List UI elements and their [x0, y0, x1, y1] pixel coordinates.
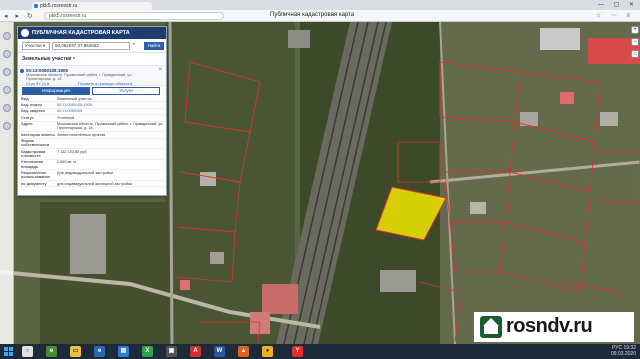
app-green-icon[interactable]: e: [46, 346, 57, 357]
os-taskbar: ○ e ▭ e ▤ X ▣ A W ▲ ● Y РУС 19:32 09.03.…: [0, 344, 640, 359]
favicon-icon: [34, 4, 38, 8]
layers-icon[interactable]: [2, 32, 11, 40]
print-icon[interactable]: [2, 68, 11, 76]
close-icon[interactable]: ×: [158, 67, 162, 73]
house-logo-icon: [480, 316, 502, 338]
url-input[interactable]: pkk5.rosreestr.ru: [44, 12, 224, 20]
home-icon[interactable]: ⌂: [631, 50, 639, 58]
folder-icon[interactable]: ▭: [70, 346, 81, 357]
help-icon[interactable]: [2, 104, 11, 112]
windows-start-icon[interactable]: [4, 347, 13, 356]
property-key: Разрешенное использование: [20, 169, 56, 181]
app-orange-icon[interactable]: ▲: [238, 346, 249, 357]
property-row: Разрешенное использование Для индивидуаль…: [20, 169, 166, 181]
section-title: Земельные участки ⁵: [18, 53, 166, 66]
property-row: Кадастровая стоимость 7 132 153,85 руб.: [20, 148, 166, 160]
info-icon[interactable]: [2, 122, 11, 130]
ruler-icon[interactable]: [2, 50, 11, 58]
word-icon[interactable]: W: [214, 346, 225, 357]
share-icon[interactable]: [2, 86, 11, 94]
chrome-icon[interactable]: ●: [262, 346, 273, 357]
browser-tab[interactable]: pkk5.rosreestr.ru: [32, 2, 152, 10]
search-input[interactable]: 50,062537 37,862652: [52, 42, 130, 50]
property-value: 7 132 153,85 руб.: [56, 148, 166, 160]
watermark-brand: rosndv.ru: [506, 315, 593, 337]
properties-table: Вид Земельный участок Кад. номер 50:13:0050…: [20, 96, 166, 188]
app-gray-icon[interactable]: ▣: [166, 346, 177, 357]
result-address: Московская область, Пушкинский район, г.…: [26, 73, 133, 81]
tab-information[interactable]: Информация: [22, 87, 90, 95]
location-pin-icon: [20, 69, 24, 73]
nav-buttons[interactable]: ◂ ▸ ↻: [4, 12, 36, 20]
panel-header: ПУБЛИЧНАЯ КАДАСТРОВАЯ КАРТА: [18, 27, 166, 39]
property-key: по документу: [20, 180, 56, 188]
search-icon[interactable]: ○: [22, 346, 33, 357]
tab-title: pkk5.rosreestr.ru: [40, 3, 78, 9]
search-type-select[interactable]: Участки ▾: [22, 42, 50, 50]
browser-tab-bar: pkk5.rosreestr.ru — ▢ ✕: [0, 0, 640, 10]
panel-tabs: Информация Услуги: [18, 86, 166, 96]
yandex-browser-icon[interactable]: Y: [292, 346, 303, 357]
page-title: Публичная кадастровая карта: [270, 12, 355, 18]
property-key: Форма собственности: [20, 138, 56, 150]
property-value: Московская область, Пушкинский район, г.…: [56, 121, 166, 133]
cadastral-info-panel: ПУБЛИЧНАЯ КАДАСТРОВАЯ КАРТА Участки ▾ 50…: [17, 26, 167, 196]
property-key: Адрес: [20, 121, 56, 133]
store-icon[interactable]: ▤: [118, 346, 129, 357]
zoom-in-icon[interactable]: +: [631, 26, 639, 34]
property-key: Уточненная площадь: [20, 159, 56, 171]
rosreestr-logo-icon: [21, 29, 29, 37]
window-controls[interactable]: — ▢ ✕: [598, 1, 638, 8]
tray-date: 09.03.2020: [610, 351, 636, 357]
system-tray[interactable]: РУС 19:32 09.03.2020: [611, 345, 636, 357]
edge-icon[interactable]: e: [94, 346, 105, 357]
left-map-toolbar: [0, 22, 14, 344]
address-bar-row: ◂ ▸ ↻ pkk5.rosreestr.ru Публичная кадаст…: [0, 10, 640, 22]
result-card[interactable]: 50:13:0050108:1905 × Московская область,…: [18, 66, 166, 86]
browser-toolbar-icons[interactable]: ☆ ⋯ ≡: [596, 12, 634, 19]
right-map-toolbar: + − ⌂: [630, 22, 640, 344]
property-row: Адрес Московская область, Пушкинский райо…: [20, 121, 166, 133]
property-value: Для индивидуальной застройки: [56, 169, 166, 181]
property-row: Уточненная площадь 2 850 кв. м: [20, 159, 166, 171]
property-value: для индивидуальной жилищной застройки: [56, 180, 166, 188]
property-value: 2 850 кв. м: [56, 159, 166, 171]
zoom-out-icon[interactable]: −: [631, 38, 639, 46]
panel-title: ПУБЛИЧНАЯ КАДАСТРОВАЯ КАРТА: [32, 30, 130, 36]
property-row: Форма собственности: [20, 138, 166, 150]
pdf-icon[interactable]: A: [190, 346, 201, 357]
property-key: Кадастровая стоимость: [20, 148, 56, 160]
watermark: rosndv.ru: [474, 312, 634, 342]
excel-icon[interactable]: X: [142, 346, 153, 357]
search-button[interactable]: Найти: [144, 42, 164, 50]
property-row: по документу для индивидуальной жилищной …: [20, 180, 166, 188]
tab-services[interactable]: Услуги: [92, 87, 160, 95]
clear-icon[interactable]: ×: [132, 42, 136, 48]
property-value: [56, 138, 166, 150]
search-row: Участки ▾ 50,062537 37,862652 × Найти: [18, 39, 166, 53]
